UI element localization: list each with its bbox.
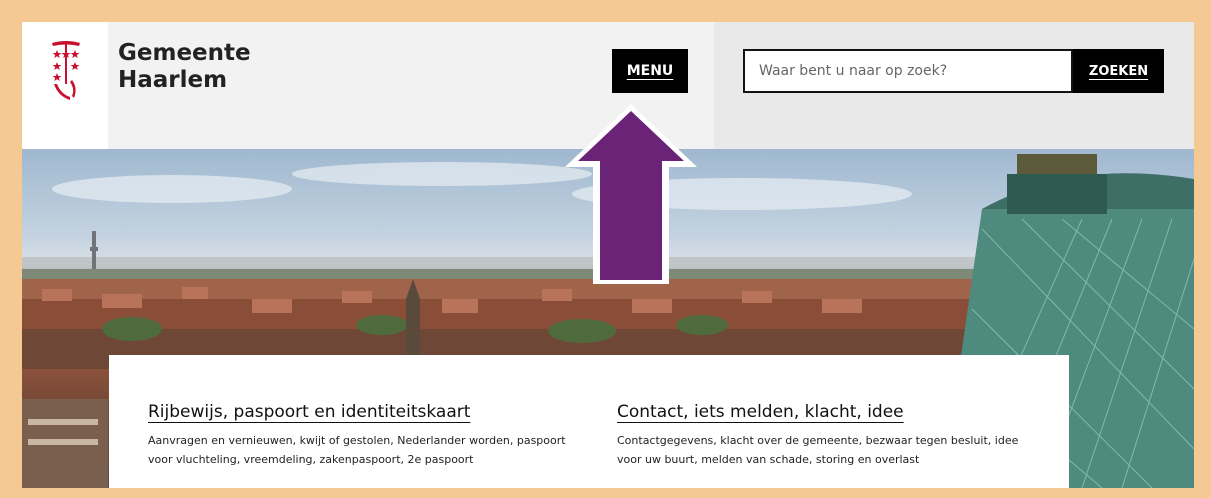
- topic-cards: Rijbewijs, paspoort en identiteitskaart …: [109, 355, 1069, 488]
- website: Gemeente Haarlem MENU ZOEKEN: [22, 22, 1194, 488]
- topic-card: Contact, iets melden, klacht, idee Conta…: [617, 401, 1037, 469]
- screenshot-frame: Gemeente Haarlem MENU ZOEKEN: [0, 0, 1211, 498]
- topic-card: Rijbewijs, paspoort en identiteitskaart …: [148, 401, 568, 469]
- card-description: Aanvragen en vernieuwen, kwijt of gestol…: [148, 434, 566, 466]
- card-link-contact[interactable]: Contact, iets melden, klacht, idee: [617, 401, 1037, 423]
- card-link-rijbewijs[interactable]: Rijbewijs, paspoort en identiteitskaart: [148, 401, 568, 423]
- card-description: Contactgegevens, klacht over de gemeente…: [617, 434, 1019, 466]
